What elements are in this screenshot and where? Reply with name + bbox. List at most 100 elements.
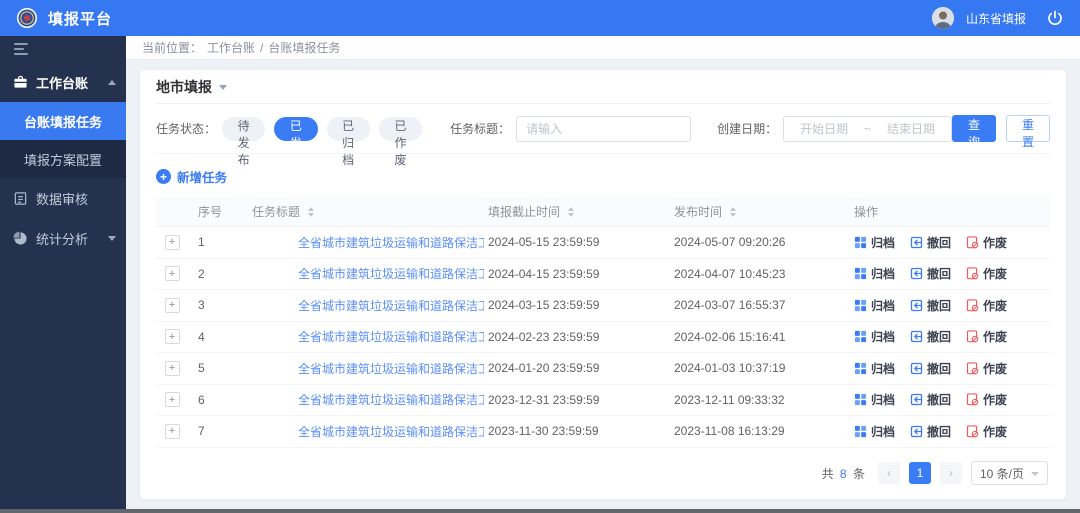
logout-power-icon[interactable] — [1046, 9, 1064, 27]
next-page-button[interactable]: › — [939, 462, 962, 484]
title-filter-label: 任务标题： — [450, 122, 511, 136]
expand-row-button[interactable]: + — [164, 329, 180, 345]
status-pill-待发布[interactable]: 待发布 — [222, 116, 266, 167]
archive-action[interactable]: 归档 — [854, 391, 895, 408]
archive-action-label: 归档 — [871, 424, 896, 439]
withdraw-action[interactable]: 撤回 — [910, 328, 951, 345]
invalidate-action[interactable]: 作废 — [966, 391, 1007, 408]
invalidate-icon — [966, 425, 979, 438]
sidebar-item-plan-config[interactable]: 填报方案配置 — [0, 140, 126, 178]
pagination: 共 8 条 ‹ 1 › 10 条/页 — [156, 448, 1050, 499]
withdraw-action-label: 撤回 — [927, 235, 952, 250]
actions-column-header: 操作 — [854, 205, 879, 219]
date-filter-label: 创建日期： — [717, 122, 778, 136]
deadline-cell: 2024-04-15 23:59:59 — [488, 266, 600, 281]
date-start-placeholder: 开始日期 — [800, 122, 849, 136]
invalidate-action[interactable]: 作废 — [966, 265, 1007, 282]
table-row: + 7 全省城市建筑垃圾运输和道路保洁工作月报表（10月） 2023-11-30… — [156, 416, 1050, 448]
invalidate-action-label: 作废 — [983, 361, 1008, 376]
withdraw-action[interactable]: 撤回 — [910, 297, 951, 314]
invalidate-action-label: 作废 — [983, 424, 1008, 439]
withdraw-action[interactable]: 撤回 — [910, 234, 951, 251]
archive-action[interactable]: 归档 — [854, 297, 895, 314]
expand-row-button[interactable]: + — [164, 392, 180, 408]
user-avatar[interactable] — [931, 7, 954, 29]
status-pill-已发布[interactable]: 已发布 — [274, 116, 318, 167]
deadline-cell: 2024-02-23 23:59:59 — [488, 329, 600, 344]
published-cell: 2024-01-03 10:37:19 — [674, 361, 786, 376]
withdraw-action[interactable]: 撤回 — [910, 423, 951, 440]
tab-city-report[interactable]: 地市填报 — [156, 77, 212, 97]
task-title-link[interactable]: 全省城市建筑垃圾运输和道路保洁工作月报表（2024年3月） — [298, 265, 484, 282]
archive-action-label: 归档 — [871, 235, 896, 250]
archive-action[interactable]: 归档 — [854, 328, 895, 345]
deadline-cell: 2024-03-15 23:59:59 — [488, 298, 600, 313]
invalidate-action[interactable]: 作废 — [966, 234, 1007, 251]
withdraw-action-label: 撤回 — [927, 330, 952, 345]
withdraw-action-label: 撤回 — [927, 393, 952, 408]
search-button[interactable]: 查 询 — [951, 115, 996, 149]
withdraw-icon — [910, 236, 923, 249]
task-title-input[interactable] — [516, 115, 692, 142]
task-title-link[interactable]: 全省城市建筑垃圾运输和道路保洁工作月报表（11月） — [298, 391, 484, 408]
main-content: 当前位置： 工作台账 / 台账填报任务 地市填报 任务状态： 待发布 已发布 已归档… — [126, 36, 1080, 509]
archive-action[interactable]: 归档 — [854, 360, 895, 377]
expand-row-button[interactable]: + — [164, 423, 180, 439]
sidebar-item-data-review[interactable]: 数据审核 — [0, 178, 126, 218]
prev-page-button[interactable]: ‹ — [877, 462, 900, 484]
withdraw-action[interactable]: 撤回 — [910, 265, 951, 282]
sidebar-item-label: 统计分析 — [36, 231, 89, 247]
create-date-range-picker[interactable]: 开始日期 ~ 结束日期 — [783, 115, 952, 142]
page-size-select[interactable]: 10 条/页 — [970, 461, 1048, 485]
table-row: + 2 全省城市建筑垃圾运输和道路保洁工作月报表（2024年3月） 2024-0… — [156, 259, 1050, 290]
expand-row-button[interactable]: + — [164, 234, 180, 250]
row-index: 7 — [198, 424, 205, 439]
withdraw-action[interactable]: 撤回 — [910, 391, 951, 408]
sidebar-collapse-toggle[interactable] — [0, 36, 126, 62]
clipboard-check-icon — [13, 191, 28, 206]
archive-action[interactable]: 归档 — [854, 234, 895, 251]
published-column-header[interactable]: 发布时间 — [670, 203, 850, 220]
date-range-separator: ~ — [864, 121, 872, 136]
invalidate-action[interactable]: 作废 — [966, 328, 1007, 345]
table-row: + 4 全省城市建筑垃圾运输和道路保洁工作月报表（2024年1月） 2024-0… — [156, 322, 1050, 353]
status-pill-已归档[interactable]: 已归档 — [326, 116, 370, 167]
archive-action[interactable]: 归档 — [854, 423, 895, 440]
invalidate-action[interactable]: 作废 — [966, 297, 1007, 314]
breadcrumb-level2[interactable]: 台账填报任务 — [268, 39, 340, 56]
invalidate-action[interactable]: 作废 — [966, 360, 1007, 377]
withdraw-action[interactable]: 撤回 — [910, 360, 951, 377]
breadcrumb-level1[interactable]: 工作台账 — [207, 39, 255, 56]
task-title-link[interactable]: 全省城市建筑垃圾运输和道路保洁工作月报表（2024年2月） — [298, 297, 484, 314]
task-title-link[interactable]: 全省城市建筑垃圾运输和道路保洁工作月报表（12月） — [298, 360, 484, 377]
row-index: 6 — [198, 392, 205, 407]
chevron-down-icon — [1031, 471, 1039, 476]
breadcrumb-prefix: 当前位置： — [142, 41, 203, 55]
expand-row-button[interactable]: + — [164, 266, 180, 282]
invalidate-action-label: 作废 — [983, 393, 1008, 408]
sidebar-item-work-ledger[interactable]: 工作台账 — [0, 62, 126, 102]
task-title-link[interactable]: 全省城市建筑垃圾运输和道路保洁工作月报表（2024年1月） — [298, 328, 484, 345]
task-title-link[interactable]: 全省城市建筑垃圾运输和道路保洁工作月报表（2024年4月） — [298, 234, 484, 251]
sidebar-item-ledger-task[interactable]: 台账填报任务 — [0, 102, 126, 140]
reset-button[interactable]: 重 置 — [1005, 115, 1050, 149]
status-pill-已作废[interactable]: 已作废 — [378, 116, 423, 167]
table-header-row: 序号 任务标题 填报截止时间 发布时间 操作 — [156, 197, 1050, 227]
add-task-button[interactable]: + 新增任务 — [156, 167, 227, 186]
archive-action[interactable]: 归档 — [854, 265, 895, 282]
withdraw-icon — [910, 362, 923, 375]
add-task-label: 新增任务 — [177, 171, 228, 185]
expand-row-button[interactable]: + — [164, 360, 180, 376]
task-title-link[interactable]: 全省城市建筑垃圾运输和道路保洁工作月报表（10月） — [298, 423, 484, 440]
expand-row-button[interactable]: + — [164, 297, 180, 313]
page-number-button[interactable]: 1 — [908, 462, 931, 484]
deadline-cell: 2024-01-20 23:59:59 — [488, 361, 600, 376]
sidebar-item-stats[interactable]: 统计分析 — [0, 218, 126, 258]
deadline-column-header[interactable]: 填报截止时间 — [484, 203, 670, 220]
invalidate-action[interactable]: 作废 — [966, 423, 1007, 440]
published-cell: 2023-12-11 09:33:32 — [674, 392, 785, 407]
user-name-label: 山东省填报 — [965, 11, 1026, 26]
sidebar-item-label: 数据审核 — [36, 191, 89, 207]
withdraw-action-label: 撤回 — [927, 361, 952, 376]
title-column-header[interactable]: 任务标题 — [240, 203, 484, 220]
